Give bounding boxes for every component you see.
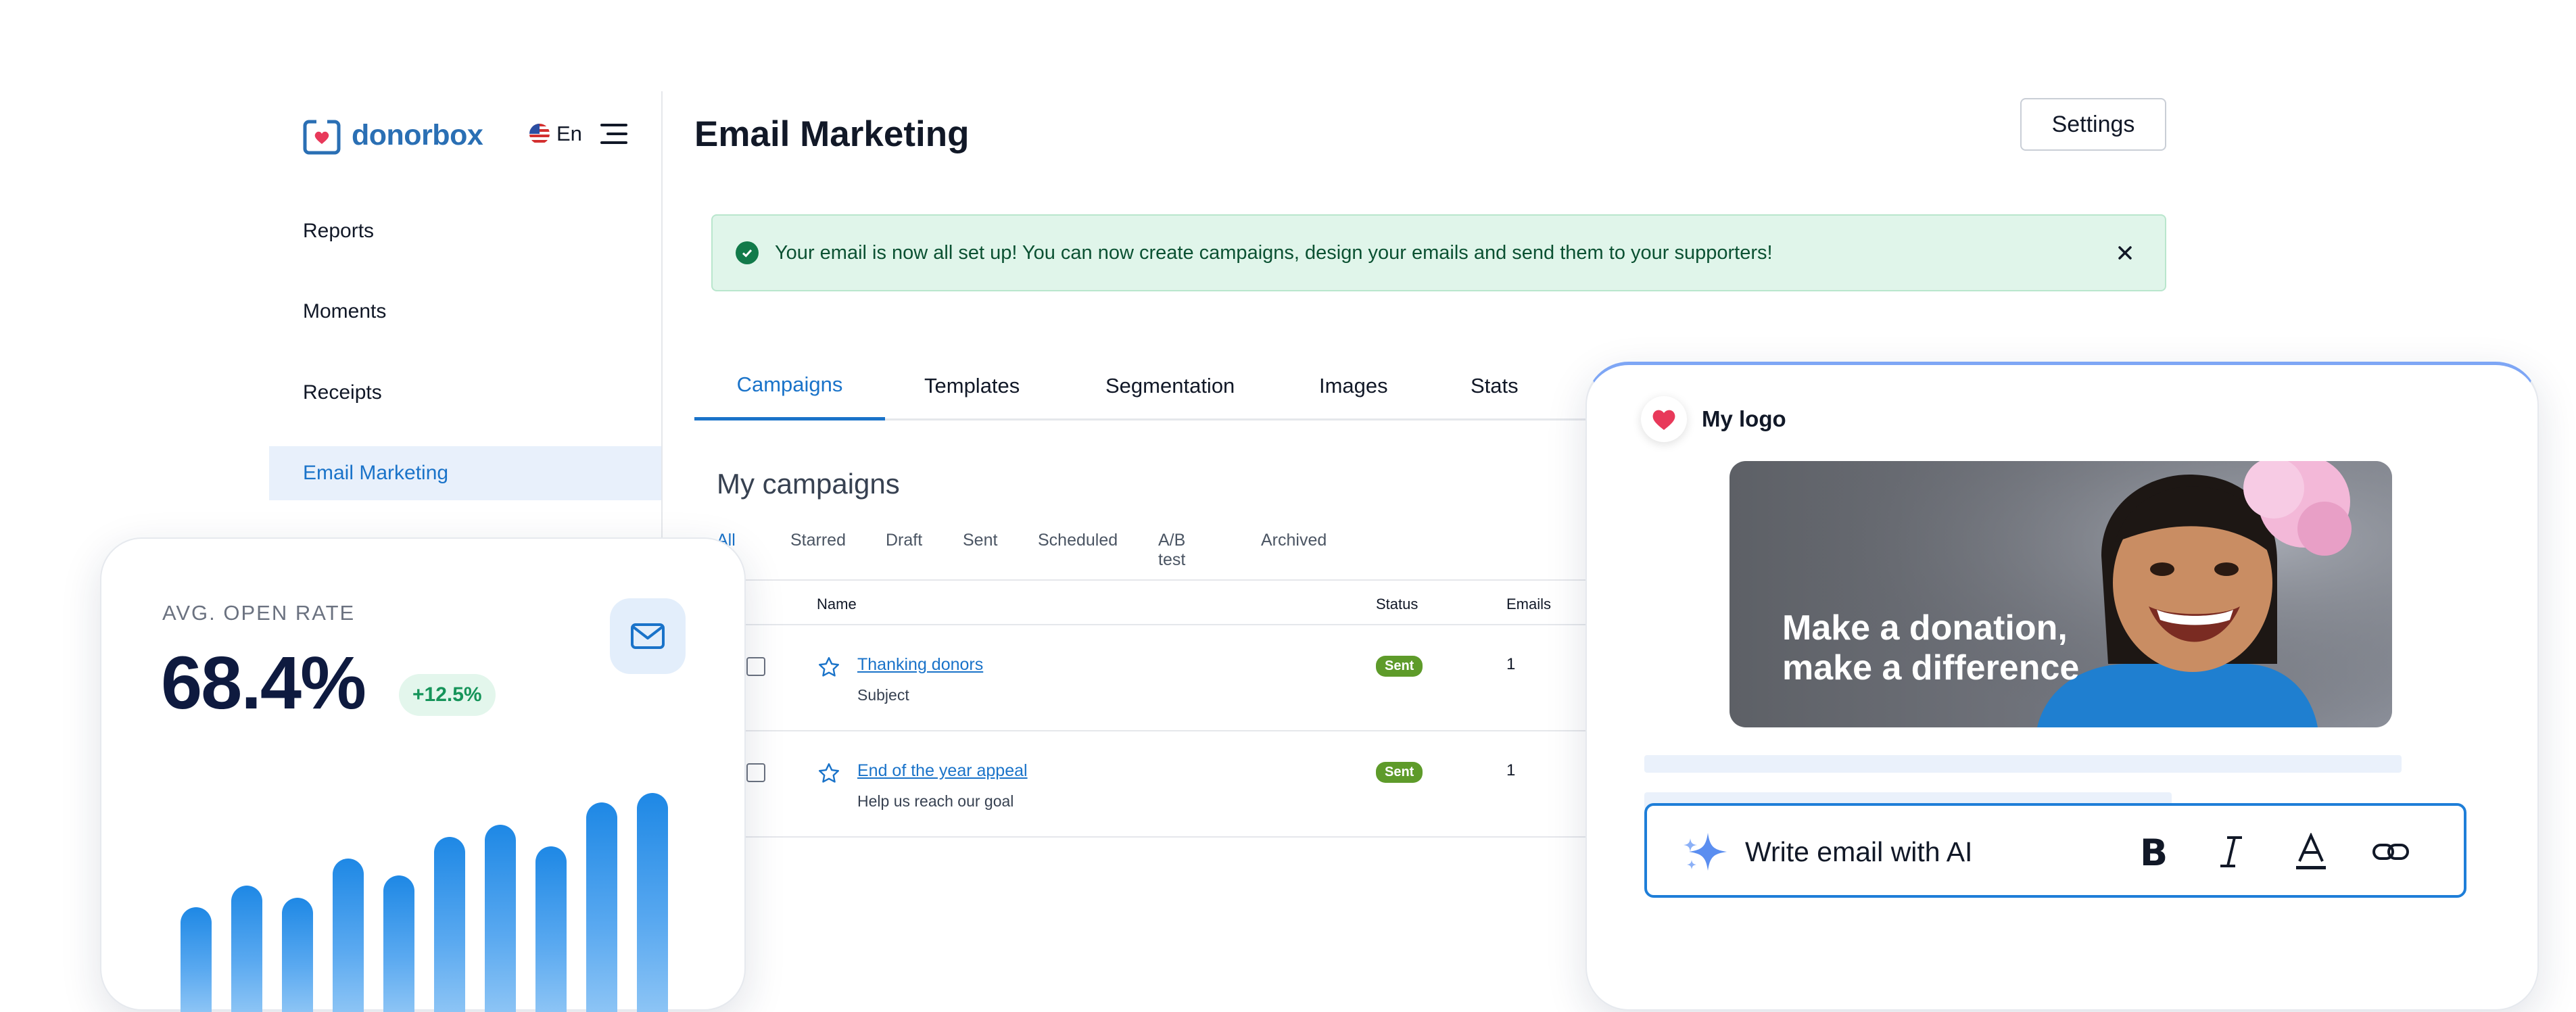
- open-rate-bar: [181, 907, 212, 1012]
- star-icon[interactable]: [817, 761, 841, 786]
- brand-name: donorbox: [352, 118, 483, 151]
- filter-ab-test[interactable]: A/B test: [1158, 531, 1185, 579]
- donorbox-logo-icon: [303, 118, 341, 155]
- column-emails: Emails: [1506, 596, 1552, 612]
- ai-writer-toolbar[interactable]: Write email with AI B: [1644, 803, 2466, 898]
- open-rate-bar: [333, 859, 364, 1012]
- filter-archived[interactable]: Archived: [1261, 531, 1327, 560]
- open-rate-bar: [637, 793, 668, 1012]
- tab-templates[interactable]: Templates: [924, 352, 1020, 420]
- close-icon[interactable]: [2114, 241, 2137, 264]
- heart-logo: [1641, 396, 1687, 442]
- open-rate-card: AVG. OPEN RATE 68.4% +12.5%: [100, 537, 747, 1012]
- email-logo[interactable]: My logo: [1641, 396, 1786, 442]
- table-header: Name Status Emails: [730, 579, 1609, 625]
- ai-write-label: Write email with AI: [1745, 836, 1973, 867]
- sidebar-item-moments[interactable]: Moments: [269, 285, 661, 339]
- campaign-subject: Help us reach our goal: [857, 792, 1014, 810]
- success-alert: Your email is now all set up! You can no…: [711, 214, 2166, 291]
- row-checkbox[interactable]: [746, 657, 765, 676]
- email-editor-card: My logo Make a donation, make a differen…: [1585, 362, 2539, 1011]
- tab-images[interactable]: Images: [1319, 352, 1388, 420]
- sparkles-icon: [1684, 833, 1727, 871]
- filter-draft[interactable]: Draft: [886, 531, 922, 560]
- column-status: Status: [1376, 596, 1418, 612]
- open-rate-bar: [282, 898, 313, 1012]
- table-row[interactable]: Thanking donors Subject Sent 1: [730, 625, 1609, 731]
- sidebar-item-email-marketing[interactable]: Email Marketing: [269, 446, 661, 500]
- row-checkbox[interactable]: [746, 763, 765, 782]
- italic-icon[interactable]: [2210, 830, 2253, 873]
- placeholder-text-line: [1644, 755, 2402, 773]
- us-flag-icon: [529, 124, 550, 144]
- filter-sent[interactable]: Sent: [963, 531, 997, 560]
- campaign-name-link[interactable]: End of the year appeal: [857, 761, 1028, 781]
- hero-headline: Make a donation, make a difference: [1782, 608, 2079, 688]
- link-icon[interactable]: [2369, 830, 2412, 873]
- filter-scheduled[interactable]: Scheduled: [1038, 531, 1118, 560]
- sidebar-item-label: Receipts: [303, 381, 382, 404]
- open-rate-bar: [485, 825, 516, 1012]
- tab-stats[interactable]: Stats: [1471, 352, 1519, 420]
- heart-icon: [1652, 410, 1675, 430]
- sidebar-item-label: Moments: [303, 300, 387, 322]
- open-rate-bar-chart: [101, 539, 747, 1012]
- menu-icon[interactable]: [600, 124, 627, 144]
- main-tabs: Campaigns Templates Segmentation Images …: [694, 352, 1600, 420]
- campaigns-title: My campaigns: [717, 468, 900, 500]
- tab-campaigns[interactable]: Campaigns: [694, 352, 885, 420]
- emails-count: 1: [1506, 655, 1516, 673]
- status-badge: Sent: [1376, 656, 1423, 677]
- open-rate-bar: [535, 846, 567, 1012]
- sidebar-item-receipts[interactable]: Receipts: [269, 366, 661, 420]
- donorbox-logo[interactable]: donorbox: [303, 116, 483, 155]
- open-rate-bar: [383, 875, 414, 1012]
- sidebar-item-reports[interactable]: Reports: [269, 204, 661, 258]
- alert-message: Your email is now all set up! You can no…: [775, 241, 1773, 264]
- emails-count: 1: [1506, 761, 1516, 779]
- settings-button[interactable]: Settings: [2020, 98, 2166, 151]
- open-rate-bar: [586, 802, 617, 1012]
- page-title: Email Marketing: [694, 114, 970, 154]
- hero-headline-line2: make a difference: [1782, 648, 2080, 688]
- language-selector[interactable]: En: [529, 122, 582, 146]
- bold-icon[interactable]: B: [2130, 830, 2174, 873]
- sidebar-item-label: Email Marketing: [303, 462, 449, 484]
- svg-text:B: B: [2140, 834, 2167, 869]
- campaign-subject: Subject: [857, 686, 909, 704]
- language-label: En: [556, 122, 582, 145]
- filter-starred[interactable]: Starred: [790, 531, 846, 560]
- status-badge: Sent: [1376, 762, 1423, 783]
- tab-segmentation[interactable]: Segmentation: [1105, 352, 1235, 420]
- open-rate-bar: [231, 886, 262, 1012]
- logo-label: My logo: [1702, 406, 1786, 431]
- open-rate-bar: [434, 837, 465, 1012]
- table-row[interactable]: End of the year appeal Help us reach our…: [730, 731, 1609, 838]
- campaign-name-link[interactable]: Thanking donors: [857, 655, 983, 675]
- sidebar-item-label: Reports: [303, 220, 375, 242]
- star-icon[interactable]: [817, 655, 841, 679]
- column-name: Name: [817, 596, 857, 612]
- hero-headline-line1: Make a donation,: [1782, 608, 2068, 648]
- check-circle-icon: [736, 241, 759, 264]
- text-color-icon[interactable]: [2289, 830, 2333, 873]
- hero-banner-image[interactable]: Make a donation, make a difference: [1730, 461, 2392, 727]
